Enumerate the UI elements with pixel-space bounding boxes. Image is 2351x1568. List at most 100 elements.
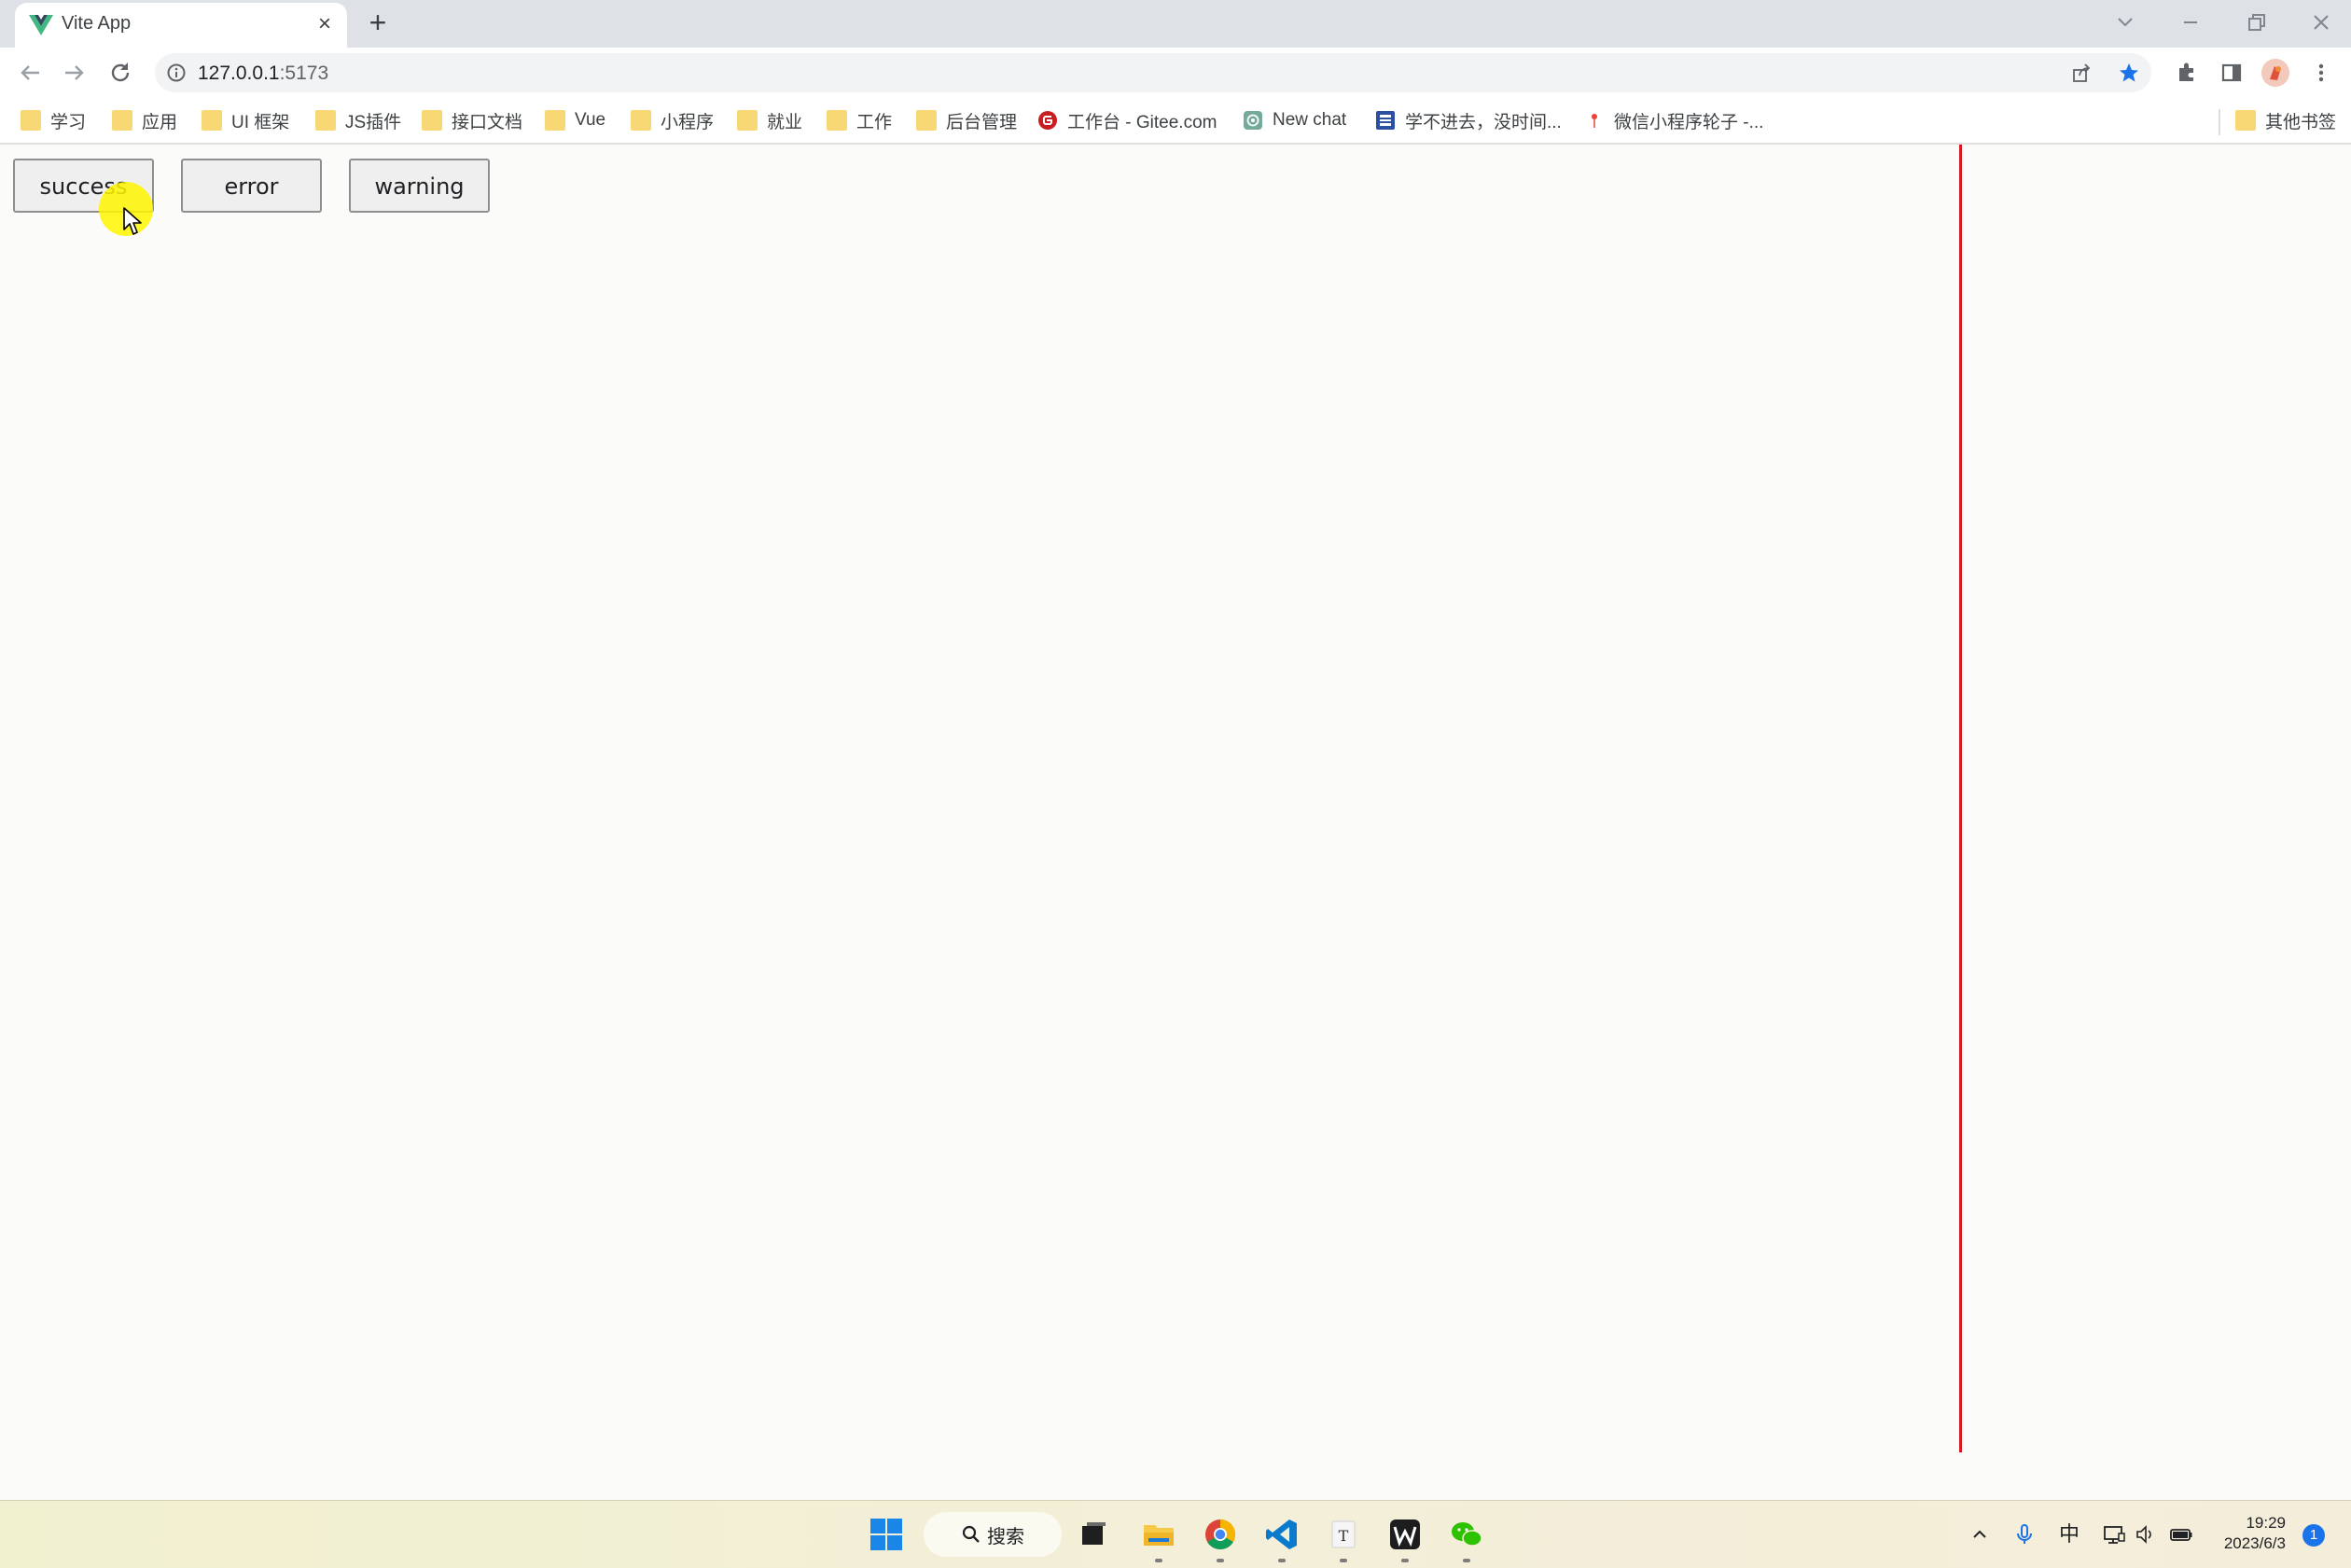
- notification-badge[interactable]: 1: [2302, 1524, 2325, 1547]
- folder-icon: [545, 110, 565, 131]
- extensions-button[interactable]: [2172, 58, 2202, 88]
- taskbar-app-wechat[interactable]: [1446, 1514, 1487, 1562]
- address-bar[interactable]: 127.0.0.1:5173: [155, 53, 2151, 92]
- bookmark-label: JS插件: [345, 112, 402, 132]
- page-viewport: success error warning: [0, 145, 2351, 1500]
- volume-icon[interactable]: [2133, 1521, 2159, 1547]
- bookmark-folder[interactable]: 接口文档: [422, 105, 522, 135]
- forward-arrow-icon: [65, 65, 84, 80]
- bookmark-folder[interactable]: Vue: [545, 105, 605, 135]
- browser-menu-button[interactable]: [2306, 58, 2336, 88]
- error-button[interactable]: error: [181, 159, 322, 213]
- bookmark-folder[interactable]: JS插件: [315, 105, 401, 135]
- taskbar-app-vscode[interactable]: [1261, 1514, 1302, 1562]
- site-icon: [1376, 111, 1395, 130]
- gitee-icon: [1038, 111, 1057, 130]
- bookmark-label: 工作台 - Gitee.com: [1067, 112, 1217, 132]
- bookmark-folder[interactable]: 应用: [112, 105, 177, 135]
- bookmark-label: 微信小程序轮子 -...: [1614, 112, 1764, 132]
- folder-icon: [2235, 110, 2256, 131]
- red-vertical-line: [1959, 145, 1962, 1452]
- tab-search-chevron-icon[interactable]: [2107, 6, 2144, 39]
- folder-icon: [21, 110, 41, 131]
- bookmark-link[interactable]: 学不进去，没时间...: [1375, 105, 1562, 135]
- taskbar-clock[interactable]: 19:29 2023/6/3: [2217, 1513, 2286, 1554]
- bookmark-label: 学不进去，没时间...: [1405, 112, 1562, 132]
- forward-button[interactable]: [60, 58, 90, 88]
- reload-button[interactable]: [105, 58, 135, 88]
- site-info-icon[interactable]: [166, 62, 187, 83]
- side-panel-icon: [2221, 63, 2242, 82]
- ime-indicator[interactable]: 中: [2056, 1521, 2082, 1547]
- browser-tab[interactable]: Vite App ×: [15, 3, 347, 48]
- minimize-icon[interactable]: [2172, 6, 2209, 39]
- show-hidden-icons-chevron-icon[interactable]: [1967, 1521, 1993, 1547]
- bookmarks-divider: [2219, 109, 2220, 135]
- mouse-pointer-icon: [123, 207, 142, 235]
- battery-icon[interactable]: [2168, 1521, 2194, 1547]
- microphone-icon[interactable]: [2011, 1521, 2038, 1547]
- taskbar-app-chrome[interactable]: [1200, 1514, 1241, 1562]
- new-tab-button[interactable]: +: [362, 7, 394, 38]
- url-host: 127.0.0.1: [198, 62, 280, 84]
- folder-icon: [202, 110, 222, 131]
- search-label: 搜索: [987, 1526, 1024, 1547]
- vscode-icon: [1266, 1519, 1297, 1549]
- task-view-icon: [1082, 1522, 1106, 1545]
- bookmark-folder[interactable]: 小程序: [631, 105, 714, 135]
- running-indicator: [1217, 1559, 1224, 1562]
- url-text[interactable]: 127.0.0.1:5173: [198, 62, 328, 85]
- browser-toolbar: 127.0.0.1:5173: [0, 48, 2351, 98]
- bookmark-folder[interactable]: 后台管理: [916, 105, 1017, 135]
- pin-icon: [1592, 114, 1597, 128]
- search-icon: [962, 1525, 980, 1543]
- bookmark-folder[interactable]: UI 框架: [202, 105, 289, 135]
- taskbar-app-taskview[interactable]: [1073, 1514, 1114, 1555]
- running-indicator: [1340, 1559, 1347, 1562]
- folder-icon: [737, 110, 758, 131]
- bookmark-label: Vue: [575, 110, 606, 130]
- folder-icon: [631, 110, 651, 131]
- running-indicator: [1463, 1559, 1470, 1562]
- profile-avatar[interactable]: [2261, 59, 2289, 87]
- network-icon[interactable]: [2101, 1521, 2127, 1547]
- folder-icon: [916, 110, 937, 131]
- other-bookmarks-folder[interactable]: 其他书签: [2235, 105, 2336, 135]
- chrome-icon: [1205, 1519, 1236, 1550]
- taskbar-app-explorer[interactable]: [1138, 1514, 1179, 1562]
- tab-title: Vite App: [62, 13, 132, 34]
- back-arrow-icon: [21, 65, 39, 80]
- tab-close-icon[interactable]: ×: [312, 11, 338, 37]
- bookmark-label: UI 框架: [231, 112, 290, 132]
- warning-button[interactable]: warning: [349, 159, 490, 213]
- running-indicator: [1401, 1559, 1409, 1562]
- bookmark-folder[interactable]: 就业: [737, 105, 802, 135]
- side-panel-button[interactable]: [2217, 58, 2247, 88]
- bookmark-folder[interactable]: 学习: [21, 105, 86, 135]
- file-explorer-icon: [1144, 1525, 1174, 1546]
- close-window-icon[interactable]: [2302, 6, 2340, 39]
- bookmark-label: New chat: [1273, 110, 1347, 130]
- share-icon[interactable]: [2071, 62, 2092, 83]
- bookmark-folder[interactable]: 工作: [827, 105, 892, 135]
- typora-icon: T: [1331, 1520, 1356, 1548]
- windows-taskbar: 搜索 T 中 19:29 2023/6/3 1: [0, 1500, 2351, 1568]
- bookmark-star-icon[interactable]: [2118, 62, 2140, 84]
- bookmark-label: 小程序: [661, 112, 715, 132]
- back-button[interactable]: [15, 58, 45, 88]
- bookmark-link[interactable]: 微信小程序轮子 -...: [1584, 105, 1763, 135]
- kebab-menu-icon: [2318, 63, 2324, 82]
- bookmark-link[interactable]: 工作台 - Gitee.com: [1037, 105, 1217, 135]
- taskbar-app-wps[interactable]: [1384, 1514, 1426, 1562]
- taskbar-search[interactable]: 搜索: [924, 1512, 1062, 1557]
- bookmark-label: 后台管理: [946, 112, 1018, 132]
- openai-icon: [1244, 111, 1262, 130]
- tab-strip: Vite App × +: [0, 0, 2351, 48]
- bookmarks-bar: 学习 应用 UI 框架 JS插件 接口文档 Vue 小程序 就业 工作 后台管理: [0, 98, 2351, 145]
- start-button[interactable]: [866, 1514, 907, 1555]
- bookmark-label: 接口文档: [452, 112, 523, 132]
- restore-icon[interactable]: [2237, 6, 2274, 39]
- bookmark-link[interactable]: New chat: [1243, 105, 1346, 135]
- taskbar-app-typora[interactable]: T: [1323, 1514, 1364, 1562]
- puzzle-icon: [2179, 62, 2193, 81]
